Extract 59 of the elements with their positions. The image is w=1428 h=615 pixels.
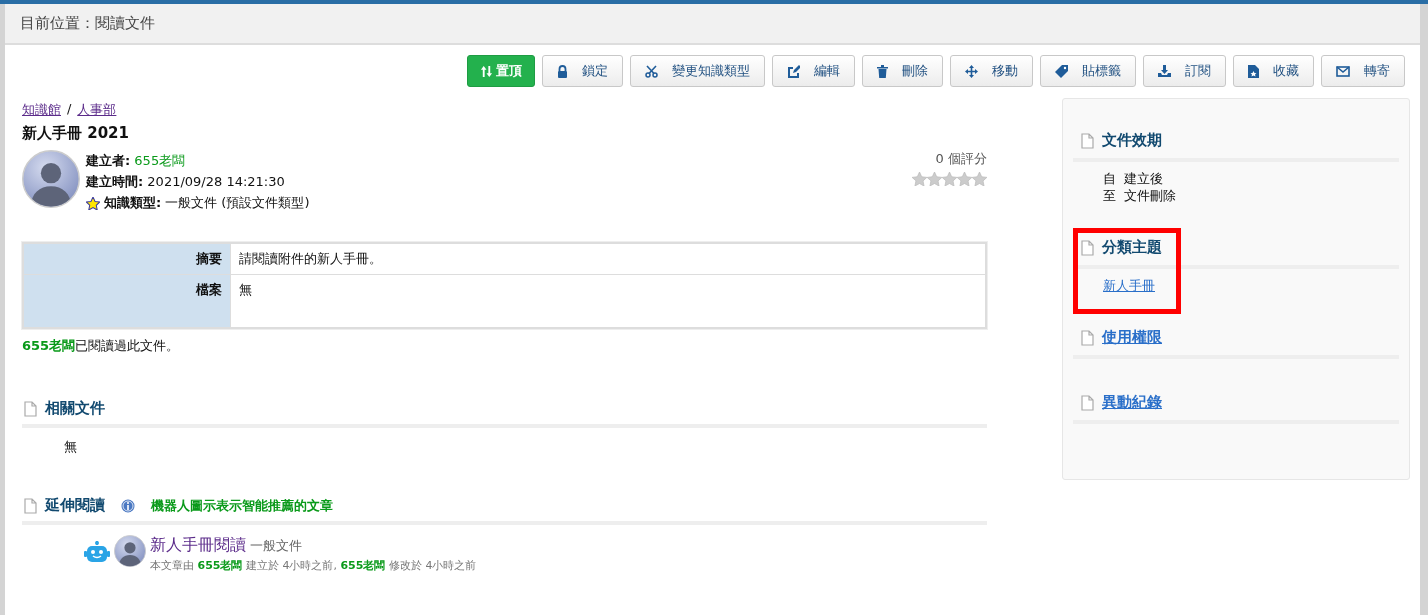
toolbar-button[interactable]: 移動	[950, 55, 1033, 87]
topic-link[interactable]: 新人手冊	[1103, 278, 1155, 293]
tag-icon	[1055, 64, 1068, 78]
document-icon	[24, 497, 37, 514]
created-label: 建立時間:	[86, 174, 144, 189]
related-empty-text: 無	[63, 438, 78, 456]
document-icon	[1081, 394, 1094, 411]
creator-label: 建立者:	[86, 153, 131, 168]
lock-icon	[557, 64, 568, 78]
breadcrumb-link[interactable]: 人事部	[77, 101, 117, 119]
info-icon	[121, 498, 135, 513]
document-icon	[1081, 132, 1094, 149]
bookmark-file-icon	[1248, 64, 1259, 78]
star-icon	[86, 196, 100, 210]
field-label: 摘要	[23, 243, 231, 275]
recommendation-note: 機器人圖示表示智能推薦的文章	[151, 496, 333, 515]
rating-count: 0 個評分	[935, 150, 987, 168]
breadcrumb-link[interactable]: 知識館	[22, 101, 61, 119]
read-status-text: 655老闆已閱讀過此文件。	[22, 337, 181, 355]
download-tray-icon	[1158, 64, 1171, 78]
creator-name: 655老闆	[134, 153, 186, 168]
section-title: 分類主題	[1102, 238, 1162, 257]
document-title: 新人手冊 2021	[22, 124, 130, 143]
validity-text: 自 建立後	[1103, 170, 1165, 187]
envelope-icon	[1336, 65, 1350, 77]
toolbar-button[interactable]: 鎖定	[542, 55, 623, 87]
section-title: 相關文件	[45, 399, 105, 418]
up-down-arrows-icon	[480, 64, 493, 78]
article-link[interactable]: 新人手冊閱讀	[150, 535, 246, 554]
field-label: 檔案	[23, 274, 231, 328]
location-text: 目前位置：閱讀文件	[20, 14, 155, 32]
avatar-silhouette-icon	[114, 535, 146, 567]
type-value: 一般文件 (預設文件類型)	[165, 194, 310, 212]
toolbar-button[interactable]: 編輯	[772, 55, 855, 87]
document-icon	[1081, 329, 1094, 346]
edit-icon	[787, 64, 800, 78]
section-title: 文件效期	[1102, 131, 1162, 150]
validity-text: 至 文件刪除	[1103, 187, 1178, 204]
article-meta: 本文章由 655老闆 建立於 4小時之前, 655老闆 修改於 4小時之前	[150, 558, 477, 573]
toolbar-button[interactable]: 訂閱	[1143, 55, 1226, 87]
toolbar-button[interactable]: 轉寄	[1321, 55, 1405, 87]
toolbar-button[interactable]: 收藏	[1233, 55, 1314, 87]
scissors-icon	[645, 64, 658, 78]
section-link[interactable]: 使用權限	[1102, 328, 1162, 347]
type-label: 知識類型:	[104, 194, 162, 212]
article-type: 一般文件	[250, 538, 302, 553]
avatar-silhouette-icon	[22, 150, 80, 208]
robot-icon	[84, 541, 110, 563]
breadcrumb-separator: /	[67, 101, 72, 118]
toolbar-button[interactable]: 變更知識類型	[630, 55, 765, 87]
move-arrows-icon	[965, 64, 978, 78]
section-link[interactable]: 異動紀錄	[1102, 393, 1162, 412]
created-time: 2021/09/28 14:21:30	[147, 174, 285, 189]
document-icon	[1081, 239, 1094, 256]
document-icon	[24, 400, 37, 417]
section-title: 延伸閱讀	[45, 496, 105, 515]
toolbar-button[interactable]: 刪除	[862, 55, 943, 87]
trash-icon	[877, 64, 888, 78]
toolbar-button[interactable]: 貼標籤	[1040, 55, 1136, 87]
